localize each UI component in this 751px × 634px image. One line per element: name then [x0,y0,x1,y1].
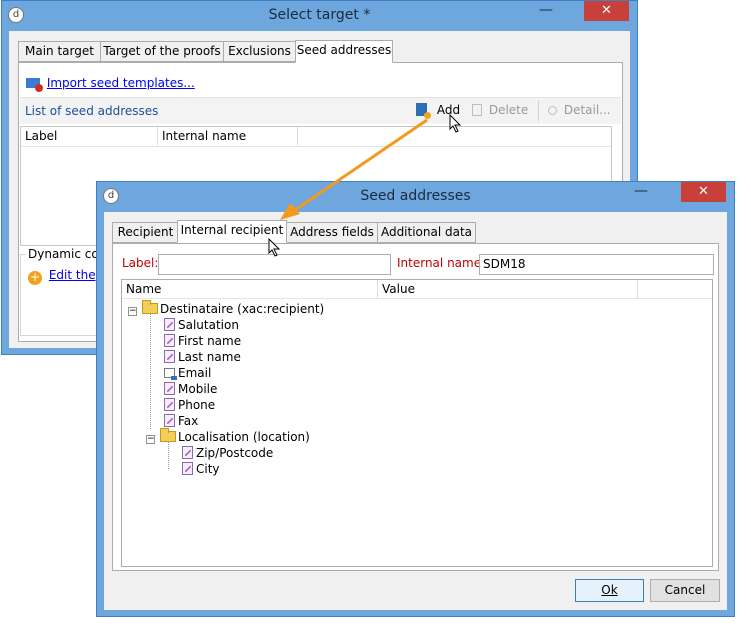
tab-target-of-the-proofs[interactable]: Target of the proofs [100,41,224,62]
minimize-button[interactable]: — [534,2,558,22]
tree-item-city[interactable]: City [182,461,220,477]
import-seed-templates-link[interactable]: Import seed templates... [47,76,195,90]
delete-icon [472,104,482,116]
list-header: Label Internal name [21,127,611,147]
field-icon [182,446,193,459]
detail-label: Detail... [563,103,611,117]
ok-button[interactable]: Ok [575,579,644,602]
tree-root[interactable]: − Destinataire (xac:recipient) [128,300,325,317]
tab-main-target[interactable]: Main target [18,41,101,62]
tab-recipient[interactable]: Recipient [112,222,179,243]
label-caption: Label: [122,256,159,270]
fields-tree-grid[interactable]: Name Value − Destinataire (xac:recipient)… [121,279,713,567]
tree-item-label: Email [178,366,212,380]
ok-label: Ok [601,583,618,597]
detail-icon [548,106,557,115]
collapse-icon[interactable]: − [146,435,155,444]
minimize-icon: — [539,2,553,18]
column-value[interactable]: Value [378,280,638,298]
close-button[interactable]: ✕ [681,182,726,202]
internal-name-caption: Internal name: [397,256,486,270]
tree-item-fax[interactable]: Fax [164,413,198,429]
grid-header: Name Value [122,280,712,299]
toolbar-separator [538,101,539,121]
tab-seed-addresses[interactable]: Seed addresses [295,40,393,63]
tree-item-label: First name [178,334,242,348]
folder-icon [160,428,176,442]
delete-label: Delete [488,103,529,117]
tree-guide [150,312,152,429]
seed-addresses-window: d Seed addresses — ✕ Recipient Internal … [96,181,735,617]
email-field-icon [164,368,177,380]
tree-item-label: Fax [178,414,199,428]
field-icon [164,414,175,427]
field-icon [182,462,193,475]
envelope-icon [26,78,43,92]
delete-button[interactable]: Delete [472,103,528,117]
internal-recipient-panel: Label: Internal name: SDM18 Name Value −… [112,243,719,571]
close-icon: ✕ [601,3,612,18]
tree-item-email[interactable]: Email [164,365,211,381]
title-bar: d Select target * — ✕ [2,1,637,31]
tree-item-first-name[interactable]: First name [164,333,241,349]
field-icon [164,334,175,347]
tree-item-label: Last name [178,350,241,364]
tab-exclusions[interactable]: Exclusions [223,41,296,62]
folder-icon [142,300,158,314]
window-client: Recipient Internal recipient Address fie… [104,212,727,610]
column-label[interactable]: Label [21,127,158,145]
list-of-seed-addresses-label: List of seed addresses [25,104,159,118]
close-icon: ✕ [698,184,709,199]
sub-folder-label: Localisation (location) [178,430,310,444]
close-button[interactable]: ✕ [584,1,629,21]
field-icon [164,382,175,395]
plus-circle-icon: + [28,270,42,285]
tree-item-last-name[interactable]: Last name [164,349,241,365]
tree-item-label: Salutation [178,318,239,332]
tree-guide [168,442,170,469]
cancel-button[interactable]: Cancel [650,579,720,602]
column-internal-name[interactable]: Internal name [158,127,298,145]
tree-item-label: Phone [178,398,216,412]
import-row: Import seed templates... [26,76,195,92]
tree-item-mobile[interactable]: Mobile [164,381,217,397]
tab-address-fields[interactable]: Address fields [286,222,378,243]
minimize-button[interactable]: — [629,183,653,203]
tree-item-label: City [196,462,220,476]
tree-item-zip-postcode[interactable]: Zip/Postcode [182,445,273,461]
tree-root-label: Destinataire (xac:recipient) [160,302,325,316]
collapse-icon[interactable]: − [128,307,137,316]
mouse-cursor-icon [449,114,462,133]
edit-row: + Edit the [28,268,96,285]
mouse-cursor-icon [268,238,281,257]
tree-item-salutation[interactable]: Salutation [164,317,239,333]
tree-item-label: Mobile [178,382,218,396]
minimize-icon: — [634,183,648,199]
title-bar: d Seed addresses — ✕ [97,182,734,212]
field-icon [164,350,175,363]
field-icon [164,398,175,411]
tree-item-label: Zip/Postcode [196,446,274,460]
edit-link[interactable]: Edit the [49,268,96,282]
internal-name-field[interactable]: SDM18 [479,254,714,275]
tab-additional-data[interactable]: Additional data [377,222,476,243]
column-name[interactable]: Name [122,280,378,298]
field-icon [164,318,175,331]
add-icon [416,103,431,119]
tree-sub-folder[interactable]: − Localisation (location) [146,428,310,445]
dynamic-label: Dynamic co [26,247,101,261]
detail-button[interactable]: Detail... [548,103,611,117]
list-toolbar: List of seed addresses Add Delete Detail… [20,97,621,124]
tree-item-phone[interactable]: Phone [164,397,215,413]
